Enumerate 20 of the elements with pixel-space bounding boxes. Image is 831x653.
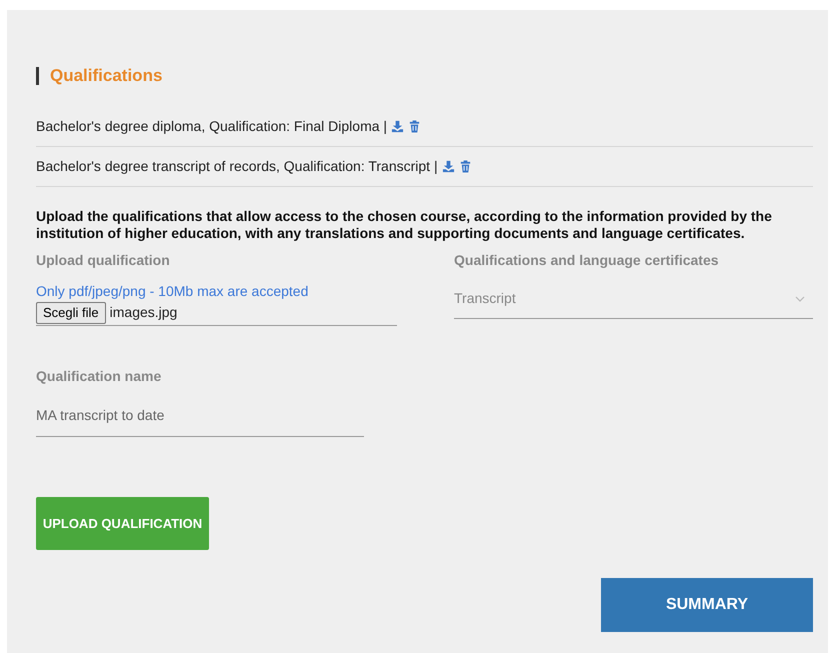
instructions-text: Upload the qualifications that allow access to the chosen course, according to the information provided by the institution of higher education, with any translations and supporting documents and language certificates.	[36, 208, 773, 242]
download-icon[interactable]	[442, 160, 455, 173]
trash-icon[interactable]	[408, 120, 422, 133]
qualification-name-label: Qualification name	[36, 366, 162, 386]
file-field[interactable]: Scegli file images.jpg	[36, 302, 397, 326]
qualification-name-field[interactable]: MA transcript to date	[36, 390, 364, 436]
trash-icon[interactable]	[458, 160, 472, 173]
section-title: Qualifications	[36, 67, 162, 85]
choose-file-button[interactable]: Scegli file	[36, 302, 106, 324]
upload-label: Upload qualification	[36, 251, 171, 270]
download-icon[interactable]	[391, 120, 404, 133]
summary-button[interactable]: SUMMARY	[601, 578, 813, 632]
file-hint: Only pdf/jpeg/png - 10Mb max are accepted	[36, 282, 310, 301]
document-entry: Bachelor's degree diploma, Qualification: Final Diploma |	[36, 117, 388, 136]
document-entry: Bachelor's degree transcript of records, Qualification: Transcript |	[36, 157, 438, 176]
certificate-label: Qualifications and language certificates	[454, 251, 720, 270]
file-name: images.jpg	[110, 303, 178, 322]
chevron-icon	[795, 296, 805, 302]
certificate-select[interactable]: Transcript	[454, 279, 813, 319]
upload-qualification-button[interactable]: UPLOAD QUALIFICATION	[36, 496, 209, 550]
